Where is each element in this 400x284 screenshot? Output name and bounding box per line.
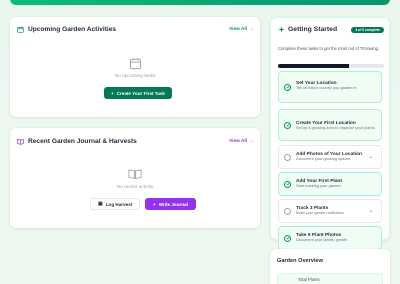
getting-started-title-wrap: Getting Started xyxy=(278,26,337,33)
task-subtitle: Document your plants' growth xyxy=(296,237,348,243)
getting-started-title: Getting Started xyxy=(288,26,338,33)
task-subtitle: Document your growing spaces xyxy=(296,156,351,162)
journal-view-all-label: View All xyxy=(229,139,248,144)
check-circle-icon xyxy=(284,83,291,91)
arrow-right-icon: → xyxy=(249,139,254,144)
getting-started-card: Getting Started 4 of 6 complete Complete… xyxy=(270,17,390,250)
top-banner xyxy=(10,0,390,5)
open-book-icon xyxy=(128,169,142,179)
calendar-icon xyxy=(17,26,24,33)
plus-icon: + xyxy=(153,201,156,207)
upcoming-view-all-label: View All xyxy=(229,27,248,32)
task-add-first-plant[interactable]: Add Your First Plant Start tracking your… xyxy=(278,172,382,196)
journal-title: Recent Garden Journal & Harvests xyxy=(28,138,137,145)
empty-circle-icon xyxy=(284,153,291,161)
task-add-location-photos[interactable]: Add Photos of Your Location Document you… xyxy=(278,145,382,169)
log-harvest-button[interactable]: ▣ Log Harvest xyxy=(90,198,141,210)
garden-overview-card: Garden Overview Total Plants xyxy=(270,249,390,284)
progress-bar xyxy=(278,64,384,68)
check-circle-icon xyxy=(284,121,291,129)
write-journal-button[interactable]: + Write Journal xyxy=(145,198,196,210)
create-first-task-label: Create Your First Task xyxy=(116,90,165,96)
task-set-location[interactable]: Set Your Location Tell us which country … xyxy=(278,71,382,103)
task-track-plants[interactable]: Track 3 Plants Build your garden collect… xyxy=(278,199,382,223)
book-icon xyxy=(17,138,24,145)
journal-empty-text: No recent activity xyxy=(116,185,154,190)
log-harvest-label: Log Harvest xyxy=(105,201,133,207)
upcoming-view-all-link[interactable]: View All → xyxy=(229,27,254,32)
task-subtitle: Set up a growing area to organize your p… xyxy=(296,124,375,130)
upcoming-title-wrap: Upcoming Garden Activities xyxy=(17,26,116,33)
plus-icon: + xyxy=(111,90,114,96)
task-subtitle: Tell us which country you garden in xyxy=(296,85,357,91)
upcoming-activities-card: Upcoming Garden Activities View All → No… xyxy=(10,17,260,117)
journal-card: Recent Garden Journal & Harvests View Al… xyxy=(10,128,260,228)
upcoming-title: Upcoming Garden Activities xyxy=(28,26,117,33)
upcoming-empty-text: No upcoming tasks xyxy=(114,74,156,79)
chevron-down-icon[interactable]: ⌄ xyxy=(369,208,373,214)
calendar-empty-icon xyxy=(129,57,141,70)
check-circle-icon xyxy=(284,234,291,242)
journal-title-wrap: Recent Garden Journal & Harvests xyxy=(17,138,137,145)
garden-overview-title: Garden Overview xyxy=(277,258,324,264)
create-first-task-button[interactable]: + Create Your First Task xyxy=(104,87,172,99)
journal-view-all-link[interactable]: View All → xyxy=(229,139,254,144)
task-create-location[interactable]: Create Your First Location Set up a grow… xyxy=(278,109,382,141)
total-plants-stat: Total Plants xyxy=(277,273,383,284)
task-subtitle: Start tracking your garden xyxy=(296,183,341,189)
basket-icon: ▣ xyxy=(98,201,103,207)
total-plants-label: Total Plants xyxy=(298,277,320,282)
arrow-right-icon: → xyxy=(249,27,254,32)
getting-started-description: Complete these tasks to get the most out… xyxy=(278,46,379,51)
chevron-down-icon[interactable]: ⌄ xyxy=(369,154,373,160)
upcoming-empty-state: No upcoming tasks xyxy=(10,57,260,79)
check-circle-icon xyxy=(284,180,291,188)
sparkle-icon xyxy=(278,26,285,33)
write-journal-label: Write Journal xyxy=(158,201,188,207)
empty-circle-icon xyxy=(284,207,291,215)
progress-bar-fill xyxy=(278,64,350,68)
task-take-plant-photos[interactable]: Take 5 Plant Photos Document your plants… xyxy=(278,226,382,250)
journal-empty-state: No recent activity xyxy=(10,168,260,190)
progress-badge: 4 of 6 complete xyxy=(351,26,384,33)
task-subtitle: Build your garden collection xyxy=(296,210,344,216)
